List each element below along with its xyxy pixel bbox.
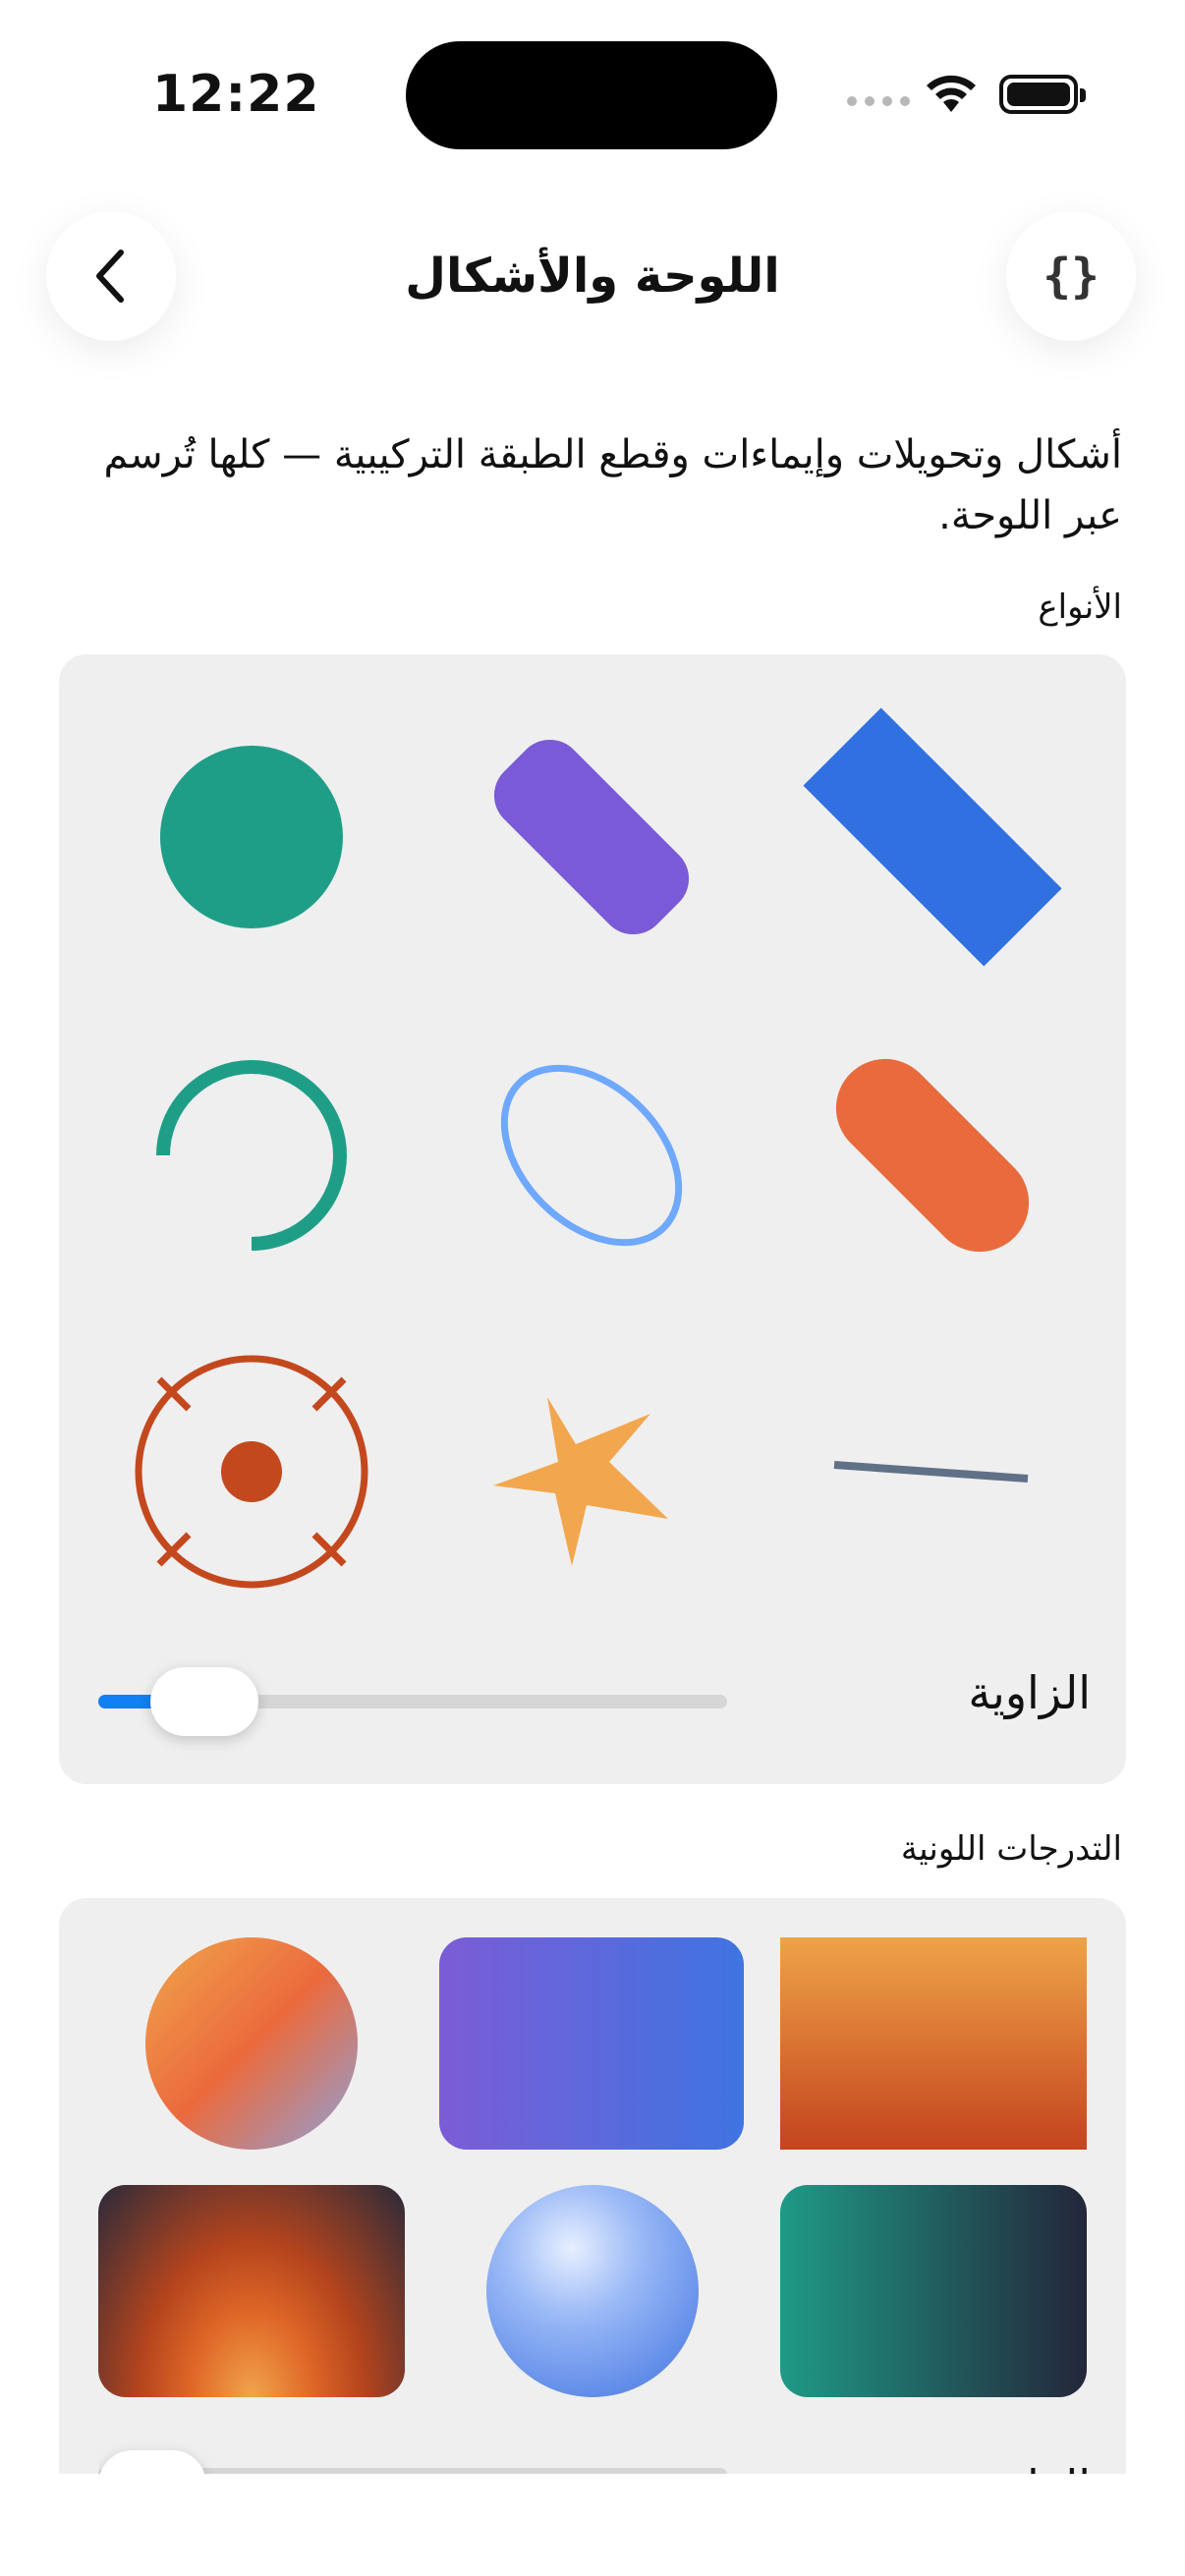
section-label-gradients: التدرجات اللونية bbox=[900, 1829, 1122, 1869]
shape-rounded-rectangle bbox=[493, 739, 690, 935]
chevron-left-icon bbox=[96, 250, 124, 303]
cellular-signal-icon bbox=[847, 96, 910, 106]
page-title: اللوحة والأشكال bbox=[405, 249, 780, 304]
angle-slider-thumb[interactable] bbox=[150, 1667, 258, 1736]
shape-rectangle bbox=[803, 707, 1062, 967]
shape-circle bbox=[160, 746, 343, 928]
navigation-bar: اللوحة والأشكال {} bbox=[0, 206, 1185, 344]
shapes-grid bbox=[135, 707, 1062, 1589]
shape-line bbox=[833, 1461, 1029, 1483]
angle-slider-track[interactable] bbox=[98, 1667, 727, 1736]
status-time: 12:22 bbox=[152, 65, 320, 124]
dynamic-island bbox=[406, 41, 777, 149]
gradient-circle-linear bbox=[145, 1937, 358, 2150]
gradients-card: الزاوية bbox=[59, 1898, 1126, 2488]
shape-capsule bbox=[835, 1058, 1030, 1253]
shape-arc bbox=[156, 1060, 347, 1251]
gradient-rounded-rect-purple-blue bbox=[439, 1937, 744, 2150]
code-button[interactable]: {} bbox=[1006, 211, 1136, 341]
shape-ellipse-outline bbox=[500, 1064, 683, 1247]
shapes-card: الزاوية bbox=[59, 654, 1126, 1784]
gradient-sphere-blue bbox=[486, 2185, 699, 2397]
braces-icon: {} bbox=[1043, 249, 1100, 304]
back-button[interactable] bbox=[46, 211, 176, 341]
section-label-types: الأنواع bbox=[1038, 588, 1122, 627]
gradient-rounded-rect-teal-dark bbox=[780, 2185, 1087, 2397]
shape-target bbox=[135, 1355, 368, 1589]
battery-icon bbox=[999, 75, 1086, 114]
gradient-rounded-rect-radial-sunset bbox=[98, 2185, 405, 2397]
bottom-safe-area bbox=[0, 2474, 1185, 2576]
gradient-rect-orange bbox=[780, 1937, 1087, 2150]
shape-star bbox=[493, 1397, 668, 1566]
wifi-icon bbox=[927, 75, 976, 112]
page-description: أشكال وتحويلات وإيماءات وقطع الطبقة التر… bbox=[103, 432, 1122, 538]
status-bar: 12:22 bbox=[0, 0, 1185, 187]
angle-slider-label: الزاوية bbox=[968, 1666, 1091, 1719]
angle-slider-row: الزاوية bbox=[98, 1656, 1091, 1745]
